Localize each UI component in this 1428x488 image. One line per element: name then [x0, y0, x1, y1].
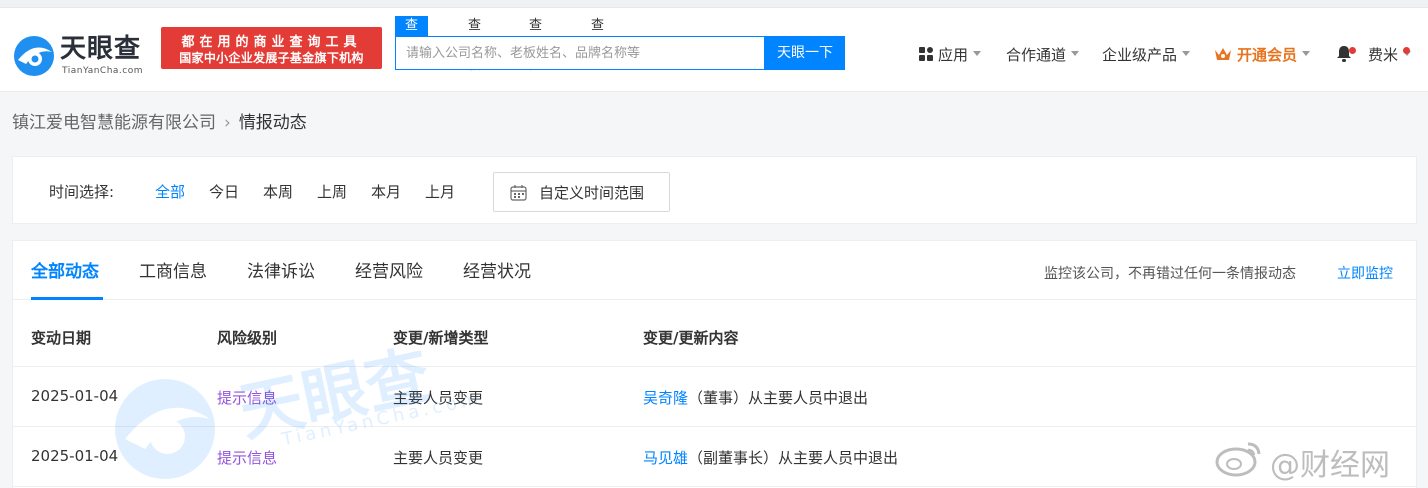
nav-enterprise-label: 企业级产品: [1102, 46, 1178, 64]
table-row: 2025-01-04 提示信息 主要人员变更 马见雄（副董事长）从主要人员中退出: [13, 427, 1416, 487]
nav-enterprise[interactable]: 企业级产品: [1102, 44, 1191, 66]
time-option-today[interactable]: 今日: [209, 181, 239, 202]
tab-all-updates[interactable]: 全部动态: [31, 261, 99, 283]
change-detail: （董事）从主要人员中退出: [688, 389, 869, 407]
chevron-down-icon: [1071, 51, 1080, 56]
search-box: [395, 36, 765, 70]
person-link[interactable]: 吴奇隆: [643, 389, 688, 407]
time-option-this-week[interactable]: 本周: [263, 181, 293, 202]
slogan-line-1: 都在用的商业查询工具: [181, 35, 362, 50]
calendar-icon: [510, 185, 527, 201]
nav-user-label: 费米: [1368, 46, 1399, 64]
logo[interactable]: 天眼查 TianYanCha.com: [12, 34, 152, 84]
search-tab-company[interactable]: 查公司: [395, 16, 429, 73]
search-tab-relation[interactable]: 查关系: [581, 16, 614, 73]
nav-vip-label: 开通会员: [1237, 46, 1298, 64]
cell-date: 2025-01-04: [31, 387, 119, 405]
slogan-line-2: 国家中小企业发展子基金旗下机构: [179, 51, 364, 65]
column-header-date: 变动日期: [31, 329, 92, 347]
weibo-watermark: @财经网: [1214, 436, 1424, 483]
logo-eye-icon: [14, 36, 54, 76]
cell-change-content: 马见雄（副董事长）从主要人员中退出: [643, 447, 898, 468]
column-header-type: 变更/新增类型: [393, 329, 489, 347]
time-filter-panel: 时间选择: 全部 今日 本周 上周 本月 上月 自定义时间范围: [12, 156, 1417, 224]
tab-operational-risk[interactable]: 经营风险: [355, 261, 423, 283]
cell-risk-level: 提示信息: [217, 449, 278, 467]
cell-change-content: 吴奇隆（董事）从主要人员中退出: [643, 387, 868, 408]
time-filter-label: 时间选择:: [49, 183, 115, 201]
monitor-now-link[interactable]: 立即监控: [1337, 263, 1393, 283]
tab-operational-status[interactable]: 经营状况: [463, 261, 531, 283]
weibo-icon: [1215, 442, 1261, 477]
weibo-watermark-text: @财经网: [1270, 448, 1390, 483]
tab-legal[interactable]: 法律诉讼: [247, 261, 315, 283]
tab-business-info[interactable]: 工商信息: [139, 261, 207, 283]
nav-cooperation[interactable]: 合作通道: [1006, 44, 1080, 66]
chevron-right-icon: ›: [224, 113, 231, 133]
slogan-banner: 都在用的商业查询工具 国家中小企业发展子基金旗下机构: [161, 27, 382, 69]
time-option-all[interactable]: 全部: [155, 181, 185, 202]
chevron-down-icon: [1182, 51, 1191, 56]
logo-text: 天眼查: [60, 34, 142, 64]
nav-apps-label: 应用: [938, 46, 969, 64]
table-header: 变动日期 风险级别 变更/新增类型 变更/更新内容: [13, 301, 1416, 367]
breadcrumb-company[interactable]: 镇江爱电智慧能源有限公司: [12, 113, 216, 133]
person-link[interactable]: 马见雄: [643, 449, 688, 467]
main-panel: 全部动态 工商信息 法律诉讼 经营风险 经营状况 监控该公司，不再错过任何一条情…: [12, 240, 1417, 488]
monitor-prompt: 监控该公司，不再错过任何一条情报动态: [1044, 266, 1296, 282]
notification-badge: [1349, 47, 1356, 54]
cell-date: 2025-01-04: [31, 447, 119, 465]
logo-domain: TianYanCha.com: [62, 66, 144, 76]
cell-change-type: 主要人员变更: [393, 449, 484, 467]
chevron-down-icon: [1302, 51, 1311, 56]
crown-icon: [1215, 47, 1231, 60]
nav-apps[interactable]: 应用: [918, 44, 982, 66]
time-option-last-month[interactable]: 上月: [425, 181, 455, 202]
breadcrumb-current: 情报动态: [238, 113, 307, 133]
active-tab-indicator: [31, 297, 103, 300]
time-option-this-month[interactable]: 本月: [371, 181, 401, 202]
search-tab-boss[interactable]: 查老板: [458, 16, 491, 73]
user-badge: [1403, 47, 1410, 54]
top-strip: [0, 0, 1428, 8]
column-header-content: 变更/更新内容: [643, 329, 739, 347]
breadcrumb: 镇江爱电智慧能源有限公司 › 情报动态: [12, 112, 307, 134]
column-header-risk: 风险级别: [217, 329, 278, 347]
search-tab-risk[interactable]: 查风险: [519, 16, 552, 73]
custom-range-button[interactable]: 自定义时间范围: [493, 172, 670, 212]
change-detail: （副董事长）从主要人员中退出: [688, 449, 899, 467]
nav-cooperation-label: 合作通道: [1006, 46, 1067, 64]
search-button[interactable]: 天眼一下: [765, 36, 845, 70]
tabs-divider: [13, 299, 1416, 300]
search-input[interactable]: [396, 37, 764, 69]
cell-risk-level: 提示信息: [217, 389, 278, 407]
cell-change-type: 主要人员变更: [393, 389, 484, 407]
chevron-down-icon: [973, 51, 982, 56]
nav-vip[interactable]: 开通会员: [1214, 44, 1311, 66]
grid-icon: [919, 46, 933, 61]
custom-range-label: 自定义时间范围: [539, 184, 645, 202]
time-option-last-week[interactable]: 上周: [317, 181, 347, 202]
table-row: 2025-01-04 提示信息 主要人员变更 吴奇隆（董事）从主要人员中退出: [13, 367, 1416, 427]
